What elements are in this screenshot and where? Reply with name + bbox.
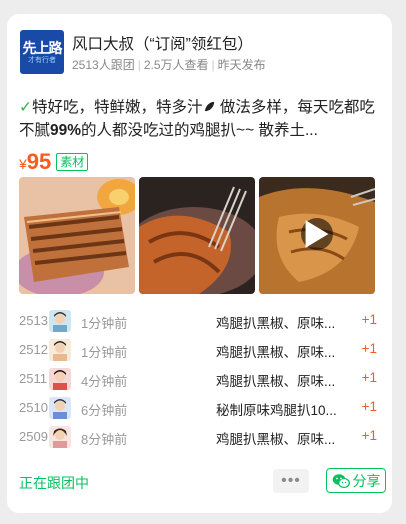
share-button[interactable]: 分享 [326, 468, 386, 493]
wechat-icon [332, 473, 350, 488]
order-quantity: +1 [361, 341, 377, 356]
shop-avatar[interactable]: 先上路 才有行者 [20, 30, 64, 74]
order-product: 鸡腿扒黑椒、原味... [216, 432, 336, 447]
order-quantity: +1 [361, 428, 377, 443]
user-avatar [49, 368, 71, 390]
leaf-icon [203, 99, 216, 116]
followers-count: 2513人跟团 [72, 58, 135, 72]
order-product: 鸡腿扒黑椒、原味... [216, 345, 336, 360]
order-quantity: +1 [361, 312, 377, 327]
order-row[interactable]: 2513 1分钟前 鸡腿扒黑椒、原味... +1 [19, 307, 377, 336]
photo-gallery [19, 177, 376, 294]
desc-prefix: 特好吃，特鲜嫩，特多汁 [32, 99, 203, 116]
user-avatar [49, 397, 71, 419]
share-label: 分享 [352, 472, 381, 489]
order-row[interactable]: 2512 1分钟前 鸡腿扒黑椒、原味... +1 [19, 336, 377, 365]
play-video-button[interactable] [301, 218, 333, 250]
price-row: ¥ 95 素材 [19, 148, 89, 174]
price-value: 95 [26, 149, 52, 174]
play-icon [305, 220, 329, 248]
meta-divider: | [211, 58, 215, 72]
desc-bold: 99% [50, 122, 82, 139]
order-list: 2513 1分钟前 鸡腿扒黑椒、原味... +1 2512 1分钟前 鸡腿扒黑椒… [19, 307, 377, 452]
order-number: 2513 [19, 313, 48, 328]
order-row[interactable]: 2510 6分钟前 秘制原味鸡腿扒10... +1 [19, 394, 377, 423]
order-time: 1分钟前 [81, 316, 128, 331]
avatar-text-big: 先上路 [22, 39, 63, 56]
order-product: 秘制原味鸡腿扒10... [216, 403, 337, 418]
chicken-video-thumb[interactable] [259, 177, 375, 294]
shop-title[interactable]: 风口大叔（“订阅”领红包） [72, 32, 253, 54]
views-count: 2.5万人查看 [143, 58, 209, 72]
order-row[interactable]: 2509 8分钟前 鸡腿扒黑椒、原味... +1 [19, 423, 377, 452]
material-tag[interactable]: 素材 [56, 153, 89, 171]
group-buy-card[interactable]: 先上路 才有行者 风口大叔（“订阅”领红包） 2513人跟团 | 2.5万人查看 | 昨… [7, 14, 392, 513]
order-number: 2511 [19, 371, 47, 386]
order-number: 2512 [19, 342, 48, 357]
more-icon: ••• [281, 472, 301, 489]
user-avatar [49, 426, 71, 448]
check-icon: ✓ [19, 99, 32, 116]
publish-time: 昨天发布 [217, 58, 266, 72]
user-avatar [49, 339, 71, 361]
shop-header[interactable]: 先上路 才有行者 风口大叔（“订阅”领红包） 2513人跟团 | 2.5万人查看 | 昨… [20, 29, 380, 75]
order-row[interactable]: 2511 4分钟前 鸡腿扒黑椒、原味... +1 [19, 365, 377, 394]
order-product: 鸡腿扒黑椒、原味... [216, 316, 336, 331]
order-quantity: +1 [361, 370, 377, 385]
order-number: 2509 [19, 429, 48, 444]
order-time: 4分钟前 [81, 374, 128, 389]
order-time: 1分钟前 [81, 345, 128, 360]
card-footer: 正在跟团中 ••• 分享 [19, 467, 386, 495]
order-time: 8分钟前 [81, 432, 128, 447]
chicken-fork-photo[interactable] [139, 177, 255, 294]
desc-suffix: 的人都没吃过的鸡腿扒~~ 散养土... [81, 122, 318, 139]
currency-symbol: ¥ [19, 156, 27, 172]
avatar-text-small: 才有行者 [28, 56, 56, 64]
grilled-chicken-photo[interactable] [19, 177, 135, 294]
order-quantity: +1 [361, 399, 377, 414]
meta-divider: | [137, 58, 141, 72]
group-status: 正在跟团中 [19, 475, 89, 491]
post-description[interactable]: ✓特好吃，特鲜嫩，特多汁 做法多样，每天吃都吃不腻99%的人都没吃过的鸡腿扒~~… [19, 96, 377, 142]
order-time: 6分钟前 [81, 403, 128, 418]
more-options-button[interactable]: ••• [273, 469, 309, 493]
order-number: 2510 [19, 400, 48, 415]
shop-meta: 2513人跟团 | 2.5万人查看 | 昨天发布 [72, 56, 266, 73]
order-product: 鸡腿扒黑椒、原味... [216, 374, 336, 389]
user-avatar [49, 310, 71, 332]
